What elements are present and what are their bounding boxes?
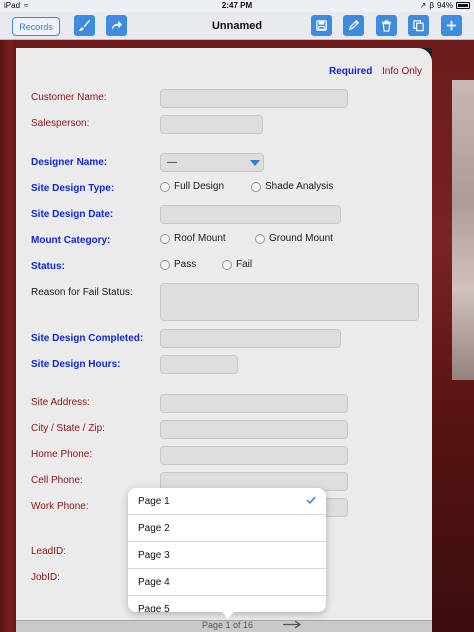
fail-radio[interactable]: Fail [222,259,252,270]
edit-button[interactable] [343,15,364,36]
reason-fail-label: Reason for Fail Status: [31,287,133,298]
window-title: Unnamed [211,20,263,32]
ground-mount-label: Ground Mount [269,233,333,244]
site-design-completed-field[interactable] [160,329,341,348]
page-picker-popup: Page 1 Page 2 Page 3 Page 4 Page 5 [128,488,326,612]
brush-icon [78,19,91,32]
work-phone-label: Work Phone: [31,501,89,512]
cell-phone-label: Cell Phone: [31,475,83,486]
status-right: ↗ β 94% [420,1,470,10]
records-button[interactable]: Records [12,17,60,36]
picker-item-label: Page 3 [138,550,170,561]
picker-item-page-3[interactable]: Page 3 [128,542,326,569]
share-icon [111,20,123,31]
picker-item-page-4[interactable]: Page 4 [128,569,326,596]
toolbar: Records Unnamed [0,12,474,40]
lead-id-label: LeadID: [31,546,67,557]
shade-analysis-radio[interactable]: Shade Analysis [251,181,333,192]
radio-circle [251,181,261,192]
full-design-label: Full Design [174,181,225,192]
pass-radio[interactable]: Pass [160,259,196,270]
reason-fail-field[interactable] [160,283,419,321]
plus-icon [446,20,457,31]
chevron-down-icon [250,160,260,166]
battery-icon [456,2,470,9]
site-address-field[interactable] [160,394,348,413]
job-id-label: JobID: [31,572,60,583]
roof-mount-label: Roof Mount [174,233,226,244]
backdrop-left [0,40,16,632]
site-design-hours-label: Site Design Hours: [31,359,121,370]
radio-circle [160,181,170,192]
legend-required: Required [329,66,373,77]
duplicate-icon [413,20,424,32]
radio-circle [222,259,232,270]
mount-category-label: Mount Category: [31,235,111,246]
designer-name-select[interactable]: — [160,153,264,172]
site-design-type-label: Site Design Type: [31,183,115,194]
designer-name-label: Designer Name: [31,157,108,168]
checkmark-icon [306,496,316,505]
picker-item-page-1[interactable]: Page 1 [128,488,326,515]
add-button[interactable] [441,15,462,36]
trash-icon [381,20,392,32]
full-design-radio[interactable]: Full Design [160,181,224,192]
share-button[interactable] [106,15,127,36]
shade-analysis-label: Shade Analysis [265,181,334,192]
save-icon [316,20,327,31]
fail-label: Fail [236,259,253,270]
backdrop-photo [452,80,474,380]
page-indicator[interactable]: Page 1 of 16 [202,620,253,630]
picker-item-label: Page 2 [138,523,170,534]
ground-mount-radio[interactable]: Ground Mount [255,233,333,244]
legend-info-only: Info Only [382,66,423,77]
picker-item-label: Page 1 [138,496,170,507]
picker-item-label: Page 4 [138,577,170,588]
radio-circle [255,233,265,244]
status-time: 2:47 PM [221,1,253,10]
radio-circle [160,233,170,244]
salesperson-field[interactable] [160,115,263,134]
site-design-date-label: Site Design Date: [31,209,114,220]
customer-name-field[interactable] [160,89,348,108]
designer-name-value: — [167,157,177,168]
site-design-hours-field[interactable] [160,355,238,374]
customer-name-label: Customer Name: [31,92,107,103]
status-bar: iPad ≈ 2:47 PM ↗ β 94% [0,0,474,12]
location-icon: ↗ [419,1,427,10]
home-phone-field[interactable] [160,446,348,465]
site-design-completed-label: Site Design Completed: [31,333,144,344]
picker-pointer [221,610,235,619]
trash-button[interactable] [376,15,397,36]
pass-label: Pass [174,259,197,270]
brush-button[interactable] [74,15,95,36]
roof-mount-radio[interactable]: Roof Mount [160,233,226,244]
bluetooth-icon: β [429,1,434,10]
home-phone-label: Home Phone: [31,449,93,460]
radio-circle [160,259,170,270]
picker-item-label: Page 5 [138,604,170,612]
city-state-zip-field[interactable] [160,420,348,439]
salesperson-label: Salesperson: [31,118,90,129]
backdrop-top [16,40,432,48]
next-page-icon[interactable] [282,620,304,629]
save-button[interactable] [311,15,332,36]
site-address-label: Site Address: [31,397,90,408]
status-label: Status: [31,261,65,272]
duplicate-button[interactable] [408,15,429,36]
city-state-zip-label: City / State / Zip: [31,423,105,434]
picker-item-page-2[interactable]: Page 2 [128,515,326,542]
battery-percent: 94% [436,1,453,10]
edit-icon [348,20,359,31]
site-design-date-field[interactable] [160,205,341,224]
